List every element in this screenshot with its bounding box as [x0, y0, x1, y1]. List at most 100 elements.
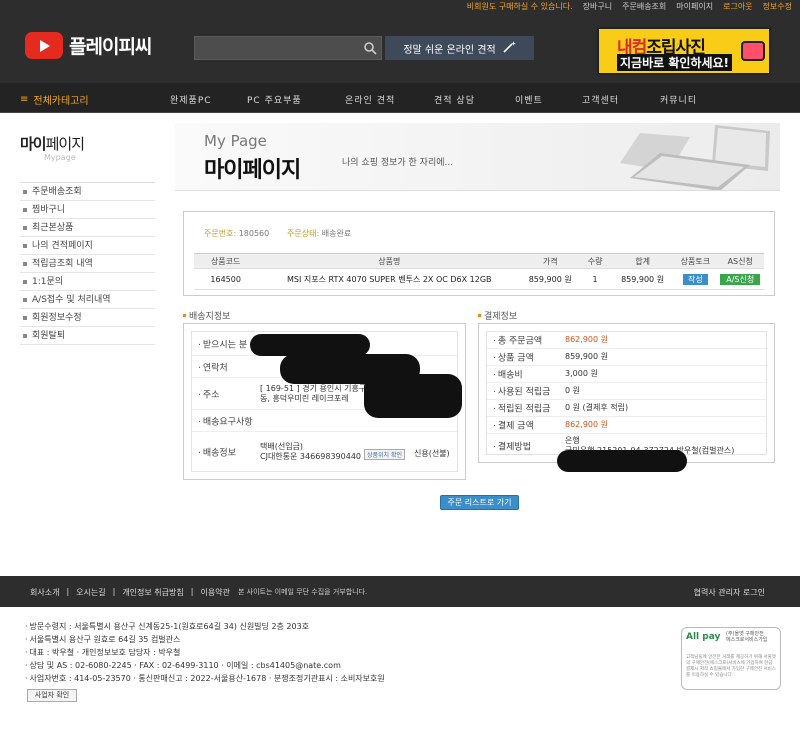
search-icon[interactable] [363, 41, 377, 58]
business-verify-button[interactable]: 사업자 확인 [27, 689, 77, 702]
nav-item-quote-consult[interactable]: 견적 상담 [434, 93, 475, 106]
site-logo[interactable]: 플레이피씨 [25, 32, 152, 59]
order-no-label: 주문번호: [204, 229, 237, 238]
redaction [557, 450, 687, 472]
nav-item-online-quote[interactable]: 온라인 견적 [345, 93, 395, 106]
sidebar-menu: 주문배송조회 찜바구니 최근본상품 나의 견적페이지 적립금조회 내역 1:1문… [20, 182, 155, 345]
sidebar-item-order-track[interactable]: 주문배송조회 [20, 183, 155, 201]
hero-title-en: My Page [204, 132, 267, 150]
sidebar-item-recent[interactable]: 최근본상품 [20, 219, 155, 237]
th-as: AS신청 [716, 253, 764, 269]
sidebar-item-points[interactable]: 적립금조회 내역 [20, 255, 155, 273]
pay-key: 상품 금액 [493, 351, 534, 364]
order-list-button[interactable]: 주문 리스트로 가기 [440, 495, 519, 510]
as-request-button[interactable]: A/S신청 [720, 273, 761, 285]
redaction [250, 334, 370, 356]
pay-row: 총 주문금액 862,900 원 [487, 332, 766, 349]
ship-row-delivery: 배송정보 택배(선입금) CJ대한통운 346698390440 상품위치 확인… [192, 432, 457, 472]
order-status: 배송완료 [321, 229, 352, 238]
escrow-sub: (주)올앳 구매안전 에스크로서비스가입 [726, 631, 768, 643]
sidebar-title-b: 페이지 [45, 135, 85, 153]
sidebar-item-edit-info[interactable]: 회원정보수정 [20, 309, 155, 327]
nav-item-parts[interactable]: PC 주요부품 [247, 93, 302, 106]
payment-heading: 결제정보 [478, 309, 517, 322]
partner-admin-login[interactable]: 협력사 관리자 로그인 [694, 587, 765, 598]
product-code[interactable]: 164500 [194, 268, 258, 290]
sidebar-item-withdraw[interactable]: 회원탈퇴 [20, 327, 155, 345]
product-price: 859,900 원 [521, 268, 580, 290]
nav-item-support[interactable]: 고객센터 [582, 93, 619, 106]
th-code: 상품코드 [194, 253, 258, 269]
pay-row: 적립된 적립금 0 원 (결제후 적립) [487, 400, 766, 417]
sidebar-item-wishlist[interactable]: 찜바구니 [20, 201, 155, 219]
payment-table: 총 주문금액 862,900 원 상품 금액 859,900 원 배송비 3,000 … [486, 331, 767, 455]
ship-key: 배송정보 [198, 446, 236, 459]
nav-item-complete-pc[interactable]: 완제품PC [170, 93, 212, 106]
cart-link[interactable]: 장바구니 [583, 1, 612, 12]
sidebar-item-as[interactable]: A/S접수 및 처리내역 [20, 291, 155, 309]
header: 비회원도 구매하실 수 있습니다. 장바구니 주문배송조회 마이페이지 로그아웃… [0, 0, 800, 83]
edit-info-link[interactable]: 정보수정 [763, 1, 792, 12]
footer-link-privacy[interactable]: 개인정보 취급방침 [122, 587, 183, 598]
top-links: 비회원도 구매하실 수 있습니다. 장바구니 주문배송조회 마이페이지 로그아웃… [467, 0, 800, 12]
order-status-label: 주문상태: [287, 229, 320, 238]
footer-link-map[interactable]: 오시는길 [76, 587, 105, 598]
talk-cell: 작성 [674, 268, 717, 290]
main-nav: ≡ 전체카테고리 완제품PC PC 주요부품 온라인 견적 견적 상담 이벤트 … [0, 83, 800, 113]
company-info: 방문수령지 : 서울특별시 용산구 신계동25-1(원효로64길 34) 신원빌… [25, 620, 385, 685]
pay-points-used: 0 원 [565, 386, 580, 395]
order-track-link[interactable]: 주문배송조회 [622, 1, 666, 12]
logo-text: 플레이피씨 [69, 36, 152, 58]
shipping-heading: 배송지정보 [183, 309, 230, 322]
online-quote-button[interactable]: 정말 쉬운 온라인 견적 [385, 36, 534, 60]
order-no: 180560 [238, 229, 270, 238]
pay-points-earned: 0 원 (결제후 적립) [565, 403, 629, 412]
write-review-button[interactable]: 작성 [682, 273, 708, 285]
product-name[interactable]: MSI 지포스 RTX 4070 SUPER 벤투스 2X OC D6X 12G… [257, 268, 522, 290]
sidebar-subtitle: Mypage [44, 153, 76, 162]
computer-illustration [620, 125, 770, 190]
menu-icon: ≡ [20, 94, 29, 105]
all-categories-button[interactable]: ≡ 전체카테고리 [20, 92, 89, 107]
hero-title: 마이페이지 [204, 158, 301, 183]
order-summary: 주문번호: 180560 주문상태: 배송완료 상품코드 상품명 가격 수량 합… [183, 211, 775, 296]
ship-delivery: 택배(선입금) CJ대한통운 346698390440 [260, 442, 362, 461]
email-notice: 본 사이트는 이메일 무단 수집을 거부합니다. [238, 588, 368, 596]
pay-key: 사용된 적립금 [493, 385, 551, 398]
divider: | [66, 587, 70, 596]
order-meta: 주문번호: 180560 주문상태: 배송완료 [204, 228, 351, 239]
sidebar: 마이페이지 Mypage 주문배송조회 찜바구니 최근본상품 나의 견적페이지 … [20, 133, 155, 345]
nav-item-community[interactable]: 커뮤니티 [660, 93, 697, 106]
divider: | [112, 587, 116, 596]
pay-row: 배송비 3,000 원 [487, 366, 766, 383]
escrow-badge[interactable]: All pay (주)올앳 구매안전 에스크로서비스가입 고객님들께 안전한 거… [681, 627, 781, 690]
th-total: 합계 [610, 253, 675, 269]
nav-item-event[interactable]: 이벤트 [515, 93, 543, 106]
mypage-link[interactable]: 마이페이지 [676, 1, 713, 12]
footer-link-about[interactable]: 회사소개 [30, 587, 59, 598]
pay-key: 결제 금액 [493, 419, 534, 432]
th-name: 상품명 [257, 253, 522, 269]
escrow-desc: 고객님들께 안전한 거래를 제공하기 위해 서울앳의 구매안전(에스크로)서비스… [686, 655, 776, 678]
footer-bar: 회사소개 | 오시는길 | 개인정보 취급방침 | 이용약관 본 사이트는 이메일 무… [0, 576, 800, 607]
guest-notice: 비회원도 구매하실 수 있습니다. [466, 1, 573, 11]
pay-amount: 862,900 원 [565, 420, 608, 429]
camera-icon [741, 41, 765, 61]
shipping-info: 받으시는 분 연락처 주소[ 169-51 ] 경기 용인시 기흥구 흥덕2로1… [183, 323, 466, 480]
pay-key: 결제방법 [493, 440, 531, 453]
escrow-title: All pay [686, 632, 721, 642]
sidebar-item-my-quote[interactable]: 나의 견적페이지 [20, 237, 155, 255]
play-icon [25, 32, 63, 59]
ship-key: 배송요구사항 [198, 414, 253, 427]
footer-link-terms[interactable]: 이용약관 [200, 587, 229, 598]
pay-total: 862,900 원 [565, 335, 608, 344]
promo-banner[interactable]: 내컴조립사진 지금바로 확인하세요! [597, 27, 771, 75]
ship-key: 받으시는 분 [198, 337, 247, 350]
payment-info: 총 주문금액 862,900 원 상품 금액 859,900 원 배송비 3,000 … [478, 323, 775, 472]
pay-row: 상품 금액 859,900 원 [487, 349, 766, 366]
search-input[interactable] [194, 36, 382, 60]
track-button[interactable]: 상품위치 확인 [364, 449, 406, 460]
sidebar-item-inquiry[interactable]: 1:1문의 [20, 273, 155, 291]
sidebar-title: 마이페이지 [20, 133, 155, 154]
logout-link[interactable]: 로그아웃 [723, 1, 752, 12]
